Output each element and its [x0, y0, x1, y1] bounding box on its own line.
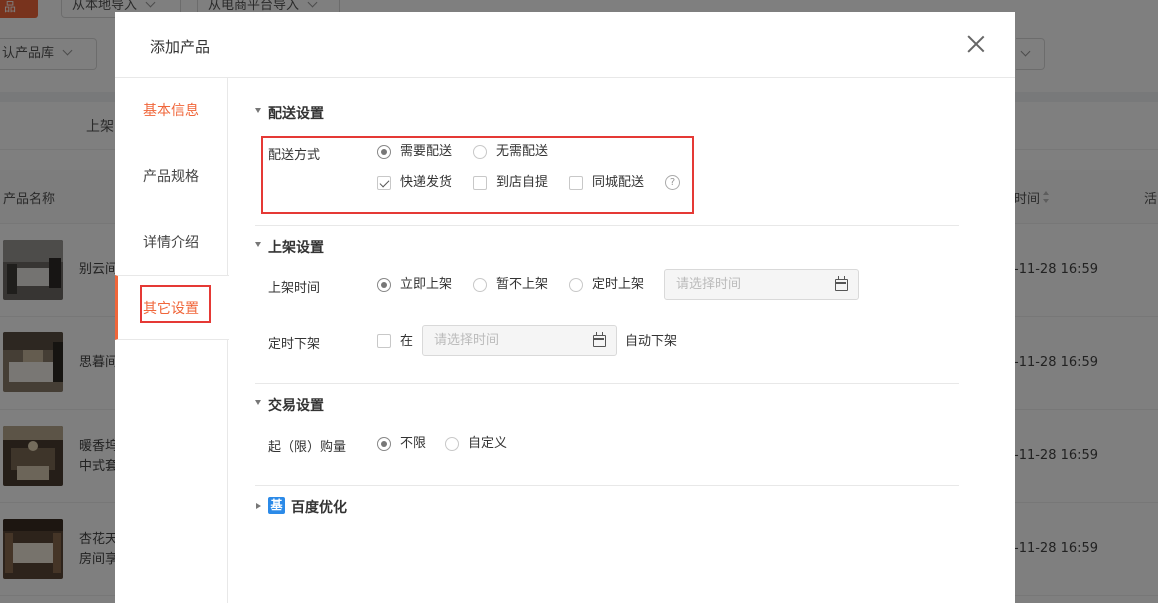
highlight-box-nav — [140, 285, 211, 323]
option-custom[interactable]: 自定义 — [468, 436, 507, 452]
nav-item-basic-info[interactable]: 基本信息 — [115, 78, 227, 144]
shelf-off-at-text: 在 — [400, 334, 414, 349]
section-title-shelf: 上架设置 — [268, 240, 324, 256]
purchase-limit-label: 起（限）购量 — [268, 440, 347, 455]
modal-side-nav: 基本信息 产品规格 详情介绍 其它设置 — [115, 78, 229, 603]
shelf-off-label: 定时下架 — [268, 337, 321, 352]
nav-item-detail-intro[interactable]: 详情介绍 — [115, 210, 227, 276]
calendar-icon — [835, 276, 848, 291]
nav-item-product-spec[interactable]: 产品规格 — [115, 144, 227, 210]
caret-down-icon[interactable] — [255, 400, 261, 405]
add-product-modal: 添加产品 基本信息 产品规格 详情介绍 其它设置 配送设置 配送方式 需要配送 … — [115, 12, 1015, 603]
modal-content: 配送设置 配送方式 需要配送 无需配送 快递发货 到店自提 同城配送 ? 上架设… — [228, 78, 1015, 603]
shelf-time-input[interactable]: 请选择时间 — [664, 269, 859, 300]
shelf-time-placeholder: 请选择时间 — [676, 277, 742, 292]
radio-shelf-immediate[interactable] — [377, 278, 391, 292]
section-title-delivery: 配送设置 — [268, 106, 324, 122]
caret-down-icon[interactable] — [255, 108, 261, 113]
option-shelf-scheduled[interactable]: 定时上架 — [592, 277, 644, 293]
highlight-box-delivery — [261, 136, 694, 214]
option-unlimited[interactable]: 不限 — [400, 436, 426, 452]
section-title-baidu[interactable]: 百度优化 — [291, 497, 347, 517]
option-shelf-immediate[interactable]: 立即上架 — [400, 277, 452, 293]
close-icon[interactable] — [967, 34, 985, 52]
shelf-off-time-input[interactable]: 请选择时间 — [422, 325, 617, 356]
shelf-off-time-placeholder: 请选择时间 — [434, 333, 500, 348]
shelf-time-label: 上架时间 — [268, 281, 321, 296]
radio-unlimited[interactable] — [377, 437, 391, 451]
section-divider — [255, 383, 959, 384]
caret-down-icon[interactable] — [255, 242, 261, 247]
calendar-icon — [593, 332, 606, 347]
shelf-auto-off-text: 自动下架 — [625, 334, 678, 349]
modal-title: 添加产品 — [150, 38, 211, 56]
caret-right-icon[interactable] — [256, 503, 261, 509]
option-shelf-not-now[interactable]: 暂不上架 — [496, 277, 548, 293]
section-divider — [255, 485, 959, 486]
modal-header: 添加产品 — [115, 12, 1015, 78]
baidu-icon: 基 — [268, 497, 285, 514]
radio-custom[interactable] — [445, 437, 459, 451]
radio-shelf-not-now[interactable] — [473, 278, 487, 292]
radio-shelf-scheduled[interactable] — [569, 278, 583, 292]
section-title-trade: 交易设置 — [268, 398, 324, 414]
section-divider — [255, 225, 959, 226]
checkbox-shelf-off[interactable] — [377, 334, 391, 348]
